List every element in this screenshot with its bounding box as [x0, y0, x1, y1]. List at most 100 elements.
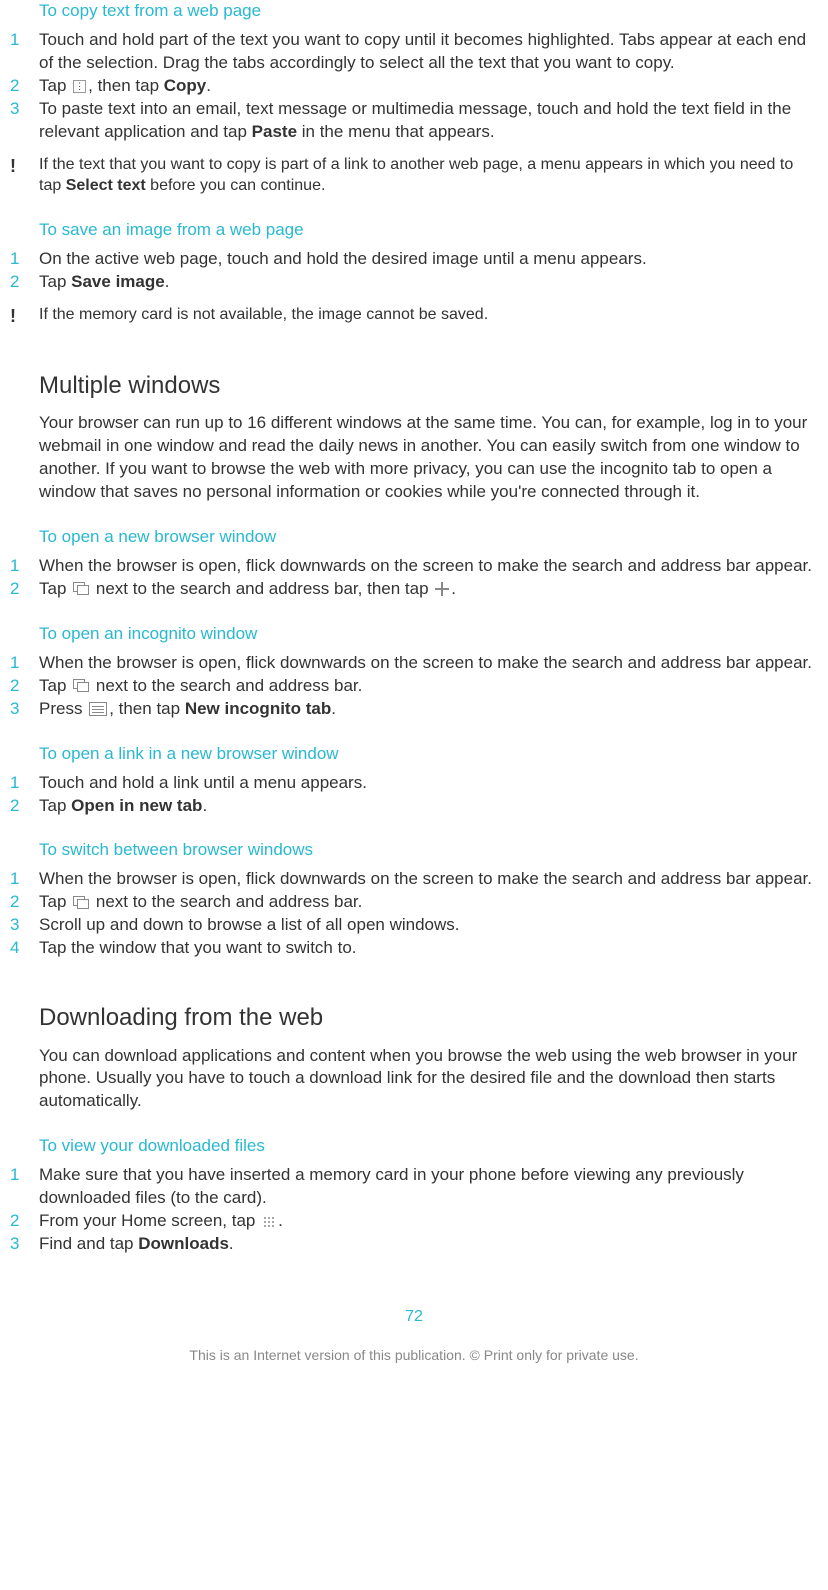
note-row: ! If the text that you want to copy is p…: [10, 154, 818, 197]
section-link-window: To open a link in a new browser window 1…: [10, 743, 818, 818]
text-part: in the menu that appears.: [297, 122, 495, 141]
step-text: Tap Save image.: [39, 271, 818, 294]
text-part: next to the search and address bar, then…: [91, 579, 433, 598]
heading-link-window: To open a link in a new browser window: [39, 743, 818, 766]
step-text: Tap ⋮, then tap Copy.: [39, 75, 818, 98]
intro-text: You can download applications and conten…: [39, 1045, 818, 1114]
text-part: .: [165, 272, 170, 291]
exclamation-icon: !: [10, 304, 39, 328]
text-part: next to the search and address bar.: [91, 676, 362, 695]
step-row: 1 Make sure that you have inserted a mem…: [10, 1164, 818, 1210]
step-text: Make sure that you have inserted a memor…: [39, 1164, 818, 1210]
section-view-downloads: To view your downloaded files 1 Make sur…: [10, 1135, 818, 1256]
step-number: 1: [10, 555, 39, 578]
step-row: 1 When the browser is open, flick downwa…: [10, 555, 818, 578]
step-text: When the browser is open, flick downward…: [39, 868, 818, 891]
step-row: 3 Press , then tap New incognito tab.: [10, 698, 818, 721]
heading-save-image: To save an image from a web page: [39, 219, 818, 242]
text-part: .: [206, 76, 211, 95]
step-row: 1 On the active web page, touch and hold…: [10, 248, 818, 271]
step-row: 3 Find and tap Downloads.: [10, 1233, 818, 1256]
step-text: When the browser is open, flick downward…: [39, 652, 818, 675]
text-bold: New incognito tab: [185, 699, 331, 718]
step-text: From your Home screen, tap .: [39, 1210, 818, 1233]
step-number: 3: [10, 98, 39, 144]
step-number: 2: [10, 891, 39, 914]
text-part: Tap: [39, 76, 71, 95]
step-number: 2: [10, 795, 39, 818]
text-part: before you can continue.: [146, 177, 326, 194]
step-row: 2 From your Home screen, tap .: [10, 1210, 818, 1233]
step-text: To paste text into an email, text messag…: [39, 98, 818, 144]
text-part: next to the search and address bar.: [91, 892, 362, 911]
exclamation-icon: !: [10, 154, 39, 197]
heading-open-window: To open a new browser window: [39, 526, 818, 549]
text-bold: Downloads: [138, 1234, 229, 1253]
text-part: .: [229, 1234, 234, 1253]
step-number: 1: [10, 772, 39, 795]
step-number: 1: [10, 652, 39, 675]
heading-copy-text: To copy text from a web page: [39, 0, 818, 23]
section-switch-windows: To switch between browser windows 1 When…: [10, 839, 818, 960]
step-text: Tap next to the search and address bar.: [39, 675, 818, 698]
step-row: 1 When the browser is open, flick downwa…: [10, 652, 818, 675]
step-number: 3: [10, 914, 39, 937]
step-number: 3: [10, 1233, 39, 1256]
step-row: 2 Tap next to the search and address bar…: [10, 578, 818, 601]
text-bold: Select text: [66, 177, 146, 194]
section-save-image: To save an image from a web page 1 On th…: [10, 219, 818, 328]
step-text: Find and tap Downloads.: [39, 1233, 818, 1256]
icon-placeholder: ⋮: [73, 80, 86, 93]
step-number: 2: [10, 271, 39, 294]
step-number: 2: [10, 1210, 39, 1233]
text-part: Tap: [39, 579, 71, 598]
text-part: , then tap: [109, 699, 185, 718]
step-number: 1: [10, 1164, 39, 1210]
text-part: .: [451, 579, 456, 598]
step-text: Touch and hold part of the text you want…: [39, 29, 818, 75]
note-row: ! If the memory card is not available, t…: [10, 304, 818, 328]
heading-incognito: To open an incognito window: [39, 623, 818, 646]
heading-switch: To switch between browser windows: [39, 839, 818, 862]
step-text: Scroll up and down to browse a list of a…: [39, 914, 818, 937]
step-row: 3 To paste text into an email, text mess…: [10, 98, 818, 144]
text-part: .: [278, 1211, 283, 1230]
text-part: .: [331, 699, 336, 718]
step-row: 2 Tap ⋮, then tap Copy.: [10, 75, 818, 98]
section-open-window: To open a new browser window 1 When the …: [10, 526, 818, 601]
tabs-icon: [73, 582, 89, 596]
step-text: Tap Open in new tab.: [39, 795, 818, 818]
step-number: 2: [10, 578, 39, 601]
step-row: 2 Tap Save image.: [10, 271, 818, 294]
step-number: 3: [10, 698, 39, 721]
footer-text: This is an Internet version of this publ…: [10, 1346, 818, 1365]
step-row: 3 Scroll up and down to browse a list of…: [10, 914, 818, 937]
page-number: 72: [10, 1306, 818, 1328]
step-row: 4 Tap the window that you want to switch…: [10, 937, 818, 960]
apps-grid-icon: [262, 1215, 276, 1229]
text-part: Tap: [39, 676, 71, 695]
step-text: Touch and hold a link until a menu appea…: [39, 772, 818, 795]
plus-icon: [435, 582, 449, 596]
step-text: When the browser is open, flick downward…: [39, 555, 818, 578]
step-text: Tap next to the search and address bar, …: [39, 578, 818, 601]
step-row: 1 Touch and hold a link until a menu app…: [10, 772, 818, 795]
section-incognito: To open an incognito window 1 When the b…: [10, 623, 818, 721]
text-part: .: [202, 796, 207, 815]
text-part: From your Home screen, tap: [39, 1211, 260, 1230]
step-number: 4: [10, 937, 39, 960]
heading-downloading: Downloading from the web: [39, 1002, 818, 1034]
text-bold: Paste: [252, 122, 297, 141]
intro-text: Your browser can run up to 16 different …: [39, 412, 818, 504]
text-part: Tap: [39, 796, 71, 815]
heading-view-downloads: To view your downloaded files: [39, 1135, 818, 1158]
step-number: 2: [10, 75, 39, 98]
text-bold: Open in new tab: [71, 796, 202, 815]
step-text: Tap the window that you want to switch t…: [39, 937, 818, 960]
step-text: On the active web page, touch and hold t…: [39, 248, 818, 271]
step-row: 2 Tap next to the search and address bar…: [10, 891, 818, 914]
step-number: 1: [10, 868, 39, 891]
note-text: If the text that you want to copy is par…: [39, 154, 818, 197]
section-downloading: Downloading from the web You can downloa…: [10, 1002, 818, 1113]
text-bold: Save image: [71, 272, 165, 291]
